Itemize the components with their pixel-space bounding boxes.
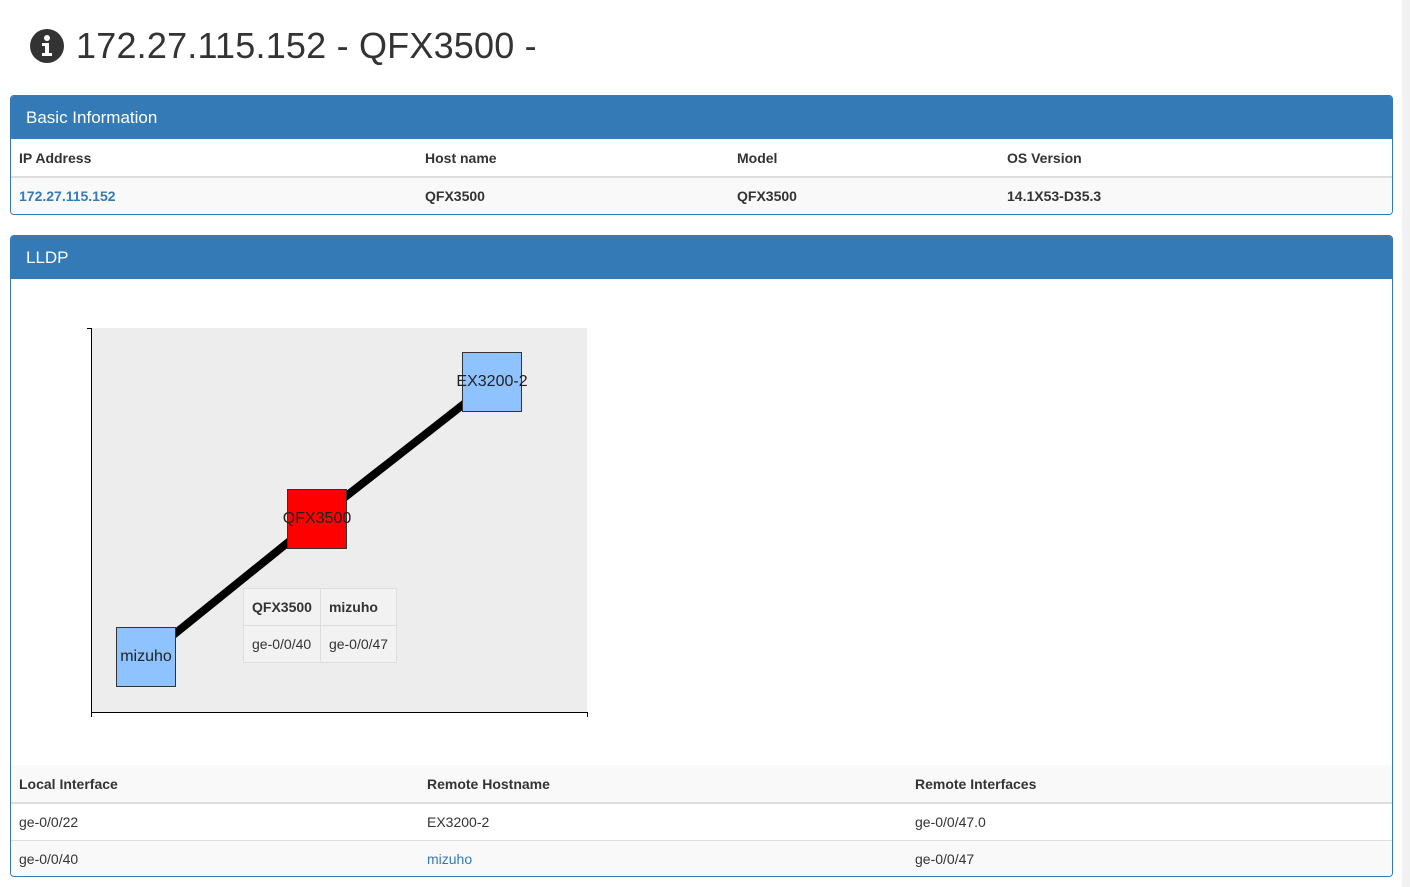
column-header-ip-address: IP Address: [11, 139, 417, 178]
column-header-local-interface: Local Interface: [11, 765, 419, 804]
table-row: ge-0/0/22 EX3200-2 ge-0/0/47.0: [11, 802, 1392, 841]
column-header-os-version: OS Version: [999, 139, 1392, 178]
node-label: QFX3500: [282, 510, 352, 527]
basic-information-panel: Basic Information IP Address Host name M…: [10, 95, 1393, 215]
lldp-heading: LLDP: [11, 236, 1392, 279]
node-ex3200-2[interactable]: EX3200-2: [456, 352, 528, 412]
node-label: EX3200-2: [456, 373, 528, 390]
lldp-topology-graph[interactable]: EX3200-2 QFX3500 mizuho QFX3500 mizuho g…: [11, 280, 1392, 799]
local-interface-cell: ge-0/0/40: [11, 840, 419, 876]
edges-layer: [143, 378, 495, 661]
local-interface-cell: ge-0/0/22: [11, 802, 419, 841]
column-header-host-name: Host name: [417, 139, 729, 178]
basic-information-table: IP Address Host name Model OS Version 17…: [11, 139, 1392, 214]
host-name-value: QFX3500: [417, 176, 729, 214]
remote-hostname-cell: EX3200-2: [419, 802, 907, 841]
tooltip-header-local: QFX3500: [243, 588, 321, 626]
model-value: QFX3500: [729, 176, 999, 214]
node-mizuho[interactable]: mizuho: [116, 627, 176, 687]
page-header: 172.27.115.152 - QFX3500 -: [30, 22, 537, 70]
os-version-value: 14.1X53-D35.3: [999, 176, 1392, 214]
tooltip-header-remote: mizuho: [319, 588, 398, 626]
column-header-remote-interfaces: Remote Interfaces: [907, 765, 1392, 804]
info-circle-icon: [30, 29, 64, 63]
tooltip-value-remote: ge-0/0/47: [319, 625, 398, 663]
table-row: ge-0/0/40 mizuho ge-0/0/47: [11, 840, 1392, 876]
page-scrollbar[interactable]: [1402, 0, 1410, 887]
remote-interface-cell: ge-0/0/47.0: [907, 802, 1392, 841]
ip-address-link[interactable]: 172.27.115.152: [19, 188, 116, 204]
remote-interface-cell: ge-0/0/47: [907, 840, 1392, 876]
table-row: 172.27.115.152 QFX3500 QFX3500 14.1X53-D…: [11, 176, 1392, 214]
page-title: 172.27.115.152 - QFX3500 -: [76, 25, 537, 66]
tooltip-value-local: ge-0/0/40: [243, 625, 321, 663]
lldp-neighbors-table: Local Interface Remote Hostname Remote I…: [11, 765, 1392, 876]
edge-tooltip: QFX3500 mizuho ge-0/0/40 ge-0/0/47: [243, 588, 398, 663]
lldp-panel: LLDP EX3200-2 QFX3500 mizuho QFX3500 miz…: [10, 235, 1393, 877]
column-header-remote-hostname: Remote Hostname: [419, 765, 907, 804]
basic-information-heading: Basic Information: [11, 96, 1392, 139]
column-header-model: Model: [729, 139, 999, 178]
node-qfx3500[interactable]: QFX3500: [283, 489, 351, 549]
remote-hostname-link[interactable]: mizuho: [427, 851, 472, 867]
node-label: mizuho: [120, 648, 172, 665]
